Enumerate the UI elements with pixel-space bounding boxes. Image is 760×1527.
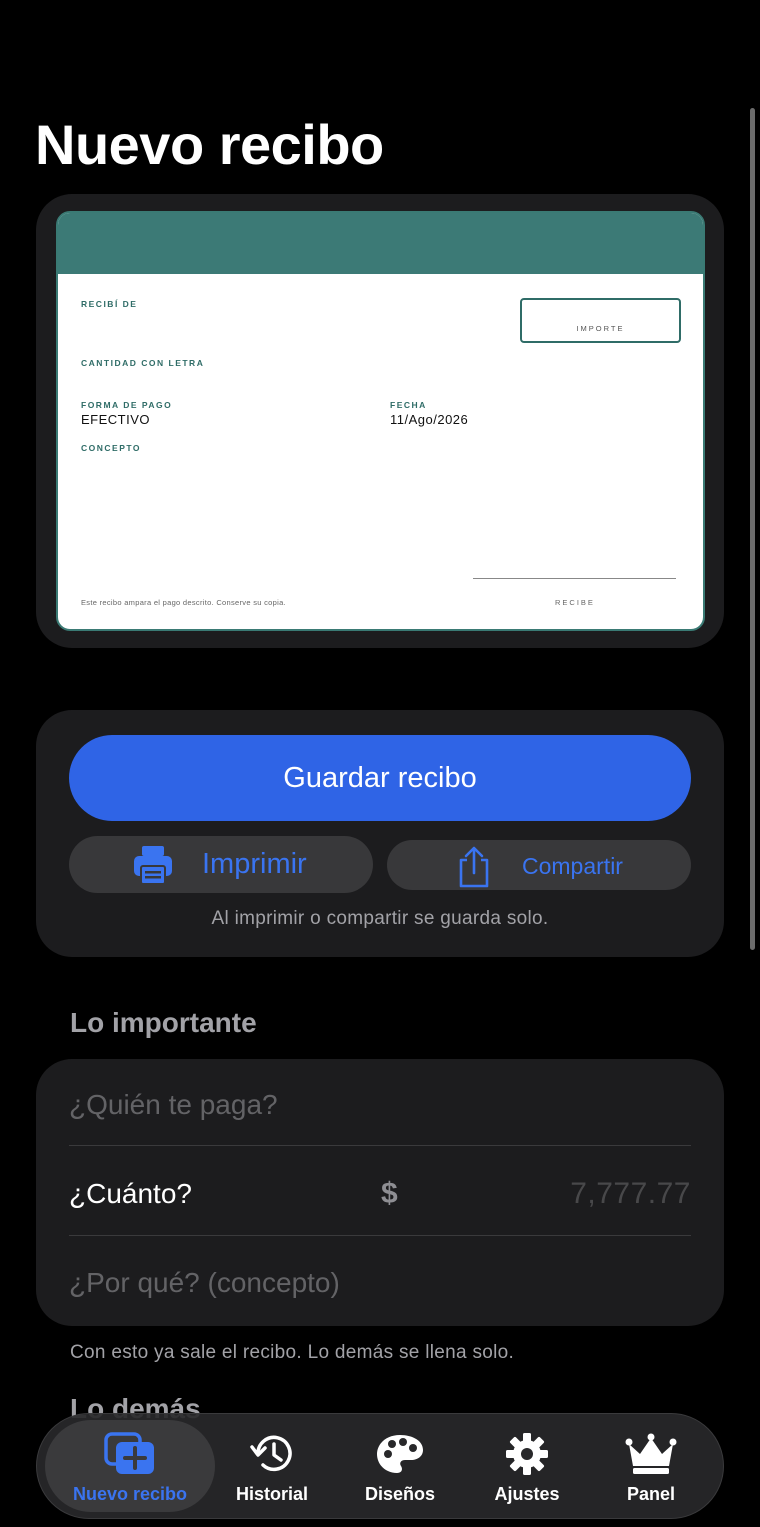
printer-icon xyxy=(134,846,172,885)
share-button[interactable]: Compartir xyxy=(387,840,691,890)
tab-bar: Nuevo recibo Historial Diseños Ajustes P… xyxy=(36,1413,724,1519)
date-value: 11/Ago/2026 xyxy=(390,412,469,427)
concept-label: CONCEPTO xyxy=(81,443,142,453)
share-label: Compartir xyxy=(522,853,623,879)
signature-label: RECIBE xyxy=(555,598,595,607)
print-button[interactable]: Imprimir xyxy=(69,836,373,893)
date-label: FECHA xyxy=(390,400,427,410)
tab-label: Historial xyxy=(235,1484,309,1504)
amount-words-label: CANTIDAD CON LETRA xyxy=(81,358,205,368)
actions-card: Guardar recibo Imprimir Compartir Al imp… xyxy=(36,710,724,957)
tab-label: Ajustes xyxy=(494,1484,560,1504)
page-title: Nuevo recibo xyxy=(35,113,384,176)
concept-input[interactable]: ¿Por qué? (concepto) xyxy=(69,1267,691,1299)
actions-note: Al imprimir o compartir se guarda solo. xyxy=(211,908,549,929)
palette-icon xyxy=(377,1435,423,1473)
new-receipt-icon xyxy=(104,1432,154,1474)
receipt-preview: RECIBÍ DE IMPORTE CANTIDAD CON LETRA FOR… xyxy=(56,211,705,631)
gear-icon xyxy=(506,1433,548,1475)
receipt-preview-card[interactable]: RECIBÍ DE IMPORTE CANTIDAD CON LETRA FOR… xyxy=(36,194,724,648)
tab-panel[interactable]: Panel xyxy=(606,1420,696,1512)
crown-icon xyxy=(625,1433,677,1474)
tab-history[interactable]: Historial xyxy=(227,1420,317,1512)
payment-method-label: FORMA DE PAGO xyxy=(81,400,173,410)
scroll-indicator[interactable] xyxy=(750,108,755,950)
receipt-header-band xyxy=(58,213,703,274)
print-label: Imprimir xyxy=(202,848,307,880)
payment-method-value: EFECTIVO xyxy=(81,412,151,427)
form-note: Con esto ya sale el recibo. Lo demás se … xyxy=(70,1342,515,1363)
share-icon xyxy=(459,846,489,888)
tab-designs[interactable]: Diseños xyxy=(355,1420,445,1512)
form-card: ¿Quién te paga? ¿Cuánto? $ 7,777.77 ¿Por… xyxy=(36,1059,724,1326)
section-title-important: Lo importante xyxy=(70,1007,257,1038)
tab-label: Panel xyxy=(626,1484,676,1504)
tab-label: Nuevo recibo xyxy=(72,1484,188,1504)
received-from-label: RECIBÍ DE xyxy=(81,299,138,309)
amount-input[interactable]: 7,777.77 xyxy=(570,1177,691,1211)
divider xyxy=(69,1235,691,1236)
currency-symbol: $ xyxy=(381,1177,398,1210)
payer-input[interactable]: ¿Quién te paga? xyxy=(69,1089,691,1121)
divider xyxy=(69,1145,691,1146)
signature-line xyxy=(473,578,676,579)
amount-box: IMPORTE xyxy=(520,298,681,343)
tab-label: Diseños xyxy=(364,1484,436,1504)
save-receipt-button[interactable]: Guardar recibo xyxy=(69,735,691,821)
amount-label: IMPORTE xyxy=(576,324,625,333)
tab-settings[interactable]: Ajustes xyxy=(482,1420,572,1512)
tab-new-receipt[interactable]: Nuevo recibo xyxy=(45,1420,215,1512)
receipt-footer-note: Este recibo ampara el pago descrito. Con… xyxy=(81,598,286,607)
history-icon xyxy=(250,1435,292,1472)
